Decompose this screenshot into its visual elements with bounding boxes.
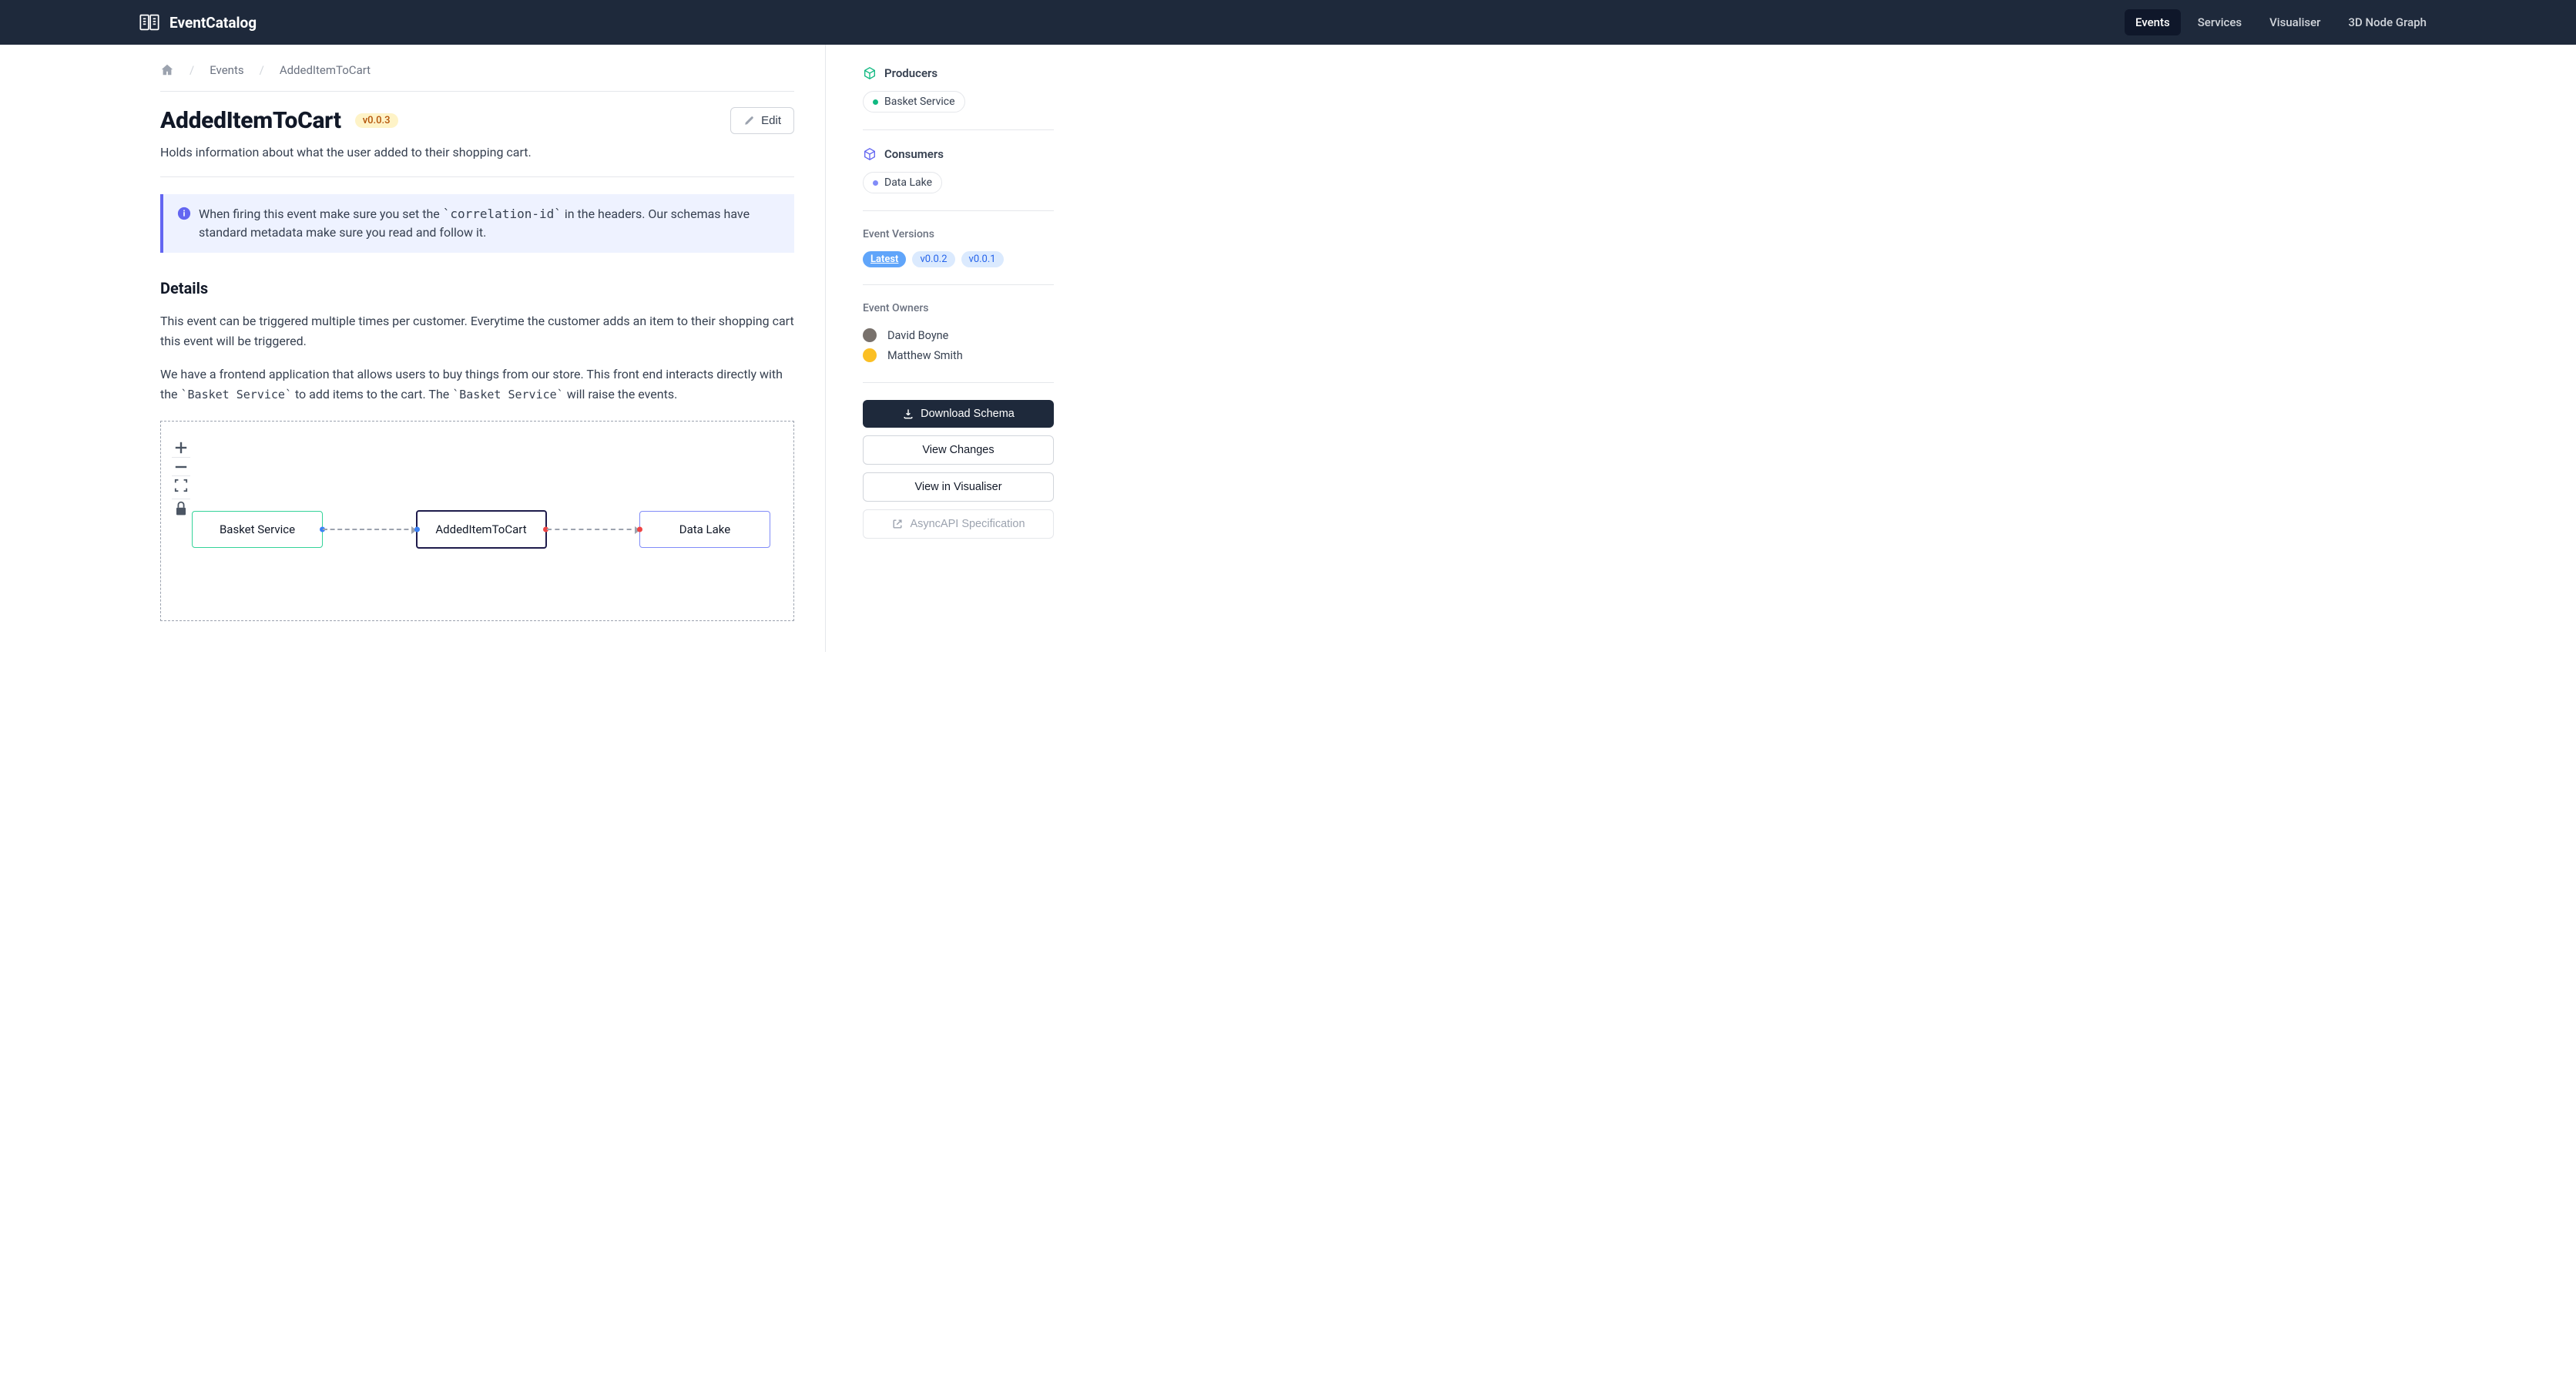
edge xyxy=(323,529,416,530)
nav-3d-node-graph[interactable]: 3D Node Graph xyxy=(2337,9,2437,35)
port-in xyxy=(414,527,420,532)
main-content: / Events / AddedItemToCart AddedItemToCa… xyxy=(160,45,826,652)
plus-icon xyxy=(172,438,190,457)
sidebar: Producers Basket Service Consumers Data … xyxy=(863,45,1054,652)
version-badge: v0.0.3 xyxy=(355,113,398,128)
view-visualiser-button[interactable]: View in Visualiser xyxy=(863,472,1054,502)
producer-chip[interactable]: Basket Service xyxy=(863,91,965,113)
edge xyxy=(547,529,640,530)
nav-events[interactable]: Events xyxy=(2125,9,2181,35)
zoom-in-button[interactable] xyxy=(172,438,190,457)
page-title: AddedItemToCart xyxy=(160,107,341,134)
nav-brand[interactable]: EventCatalog xyxy=(139,12,257,33)
info-callout: When firing this event make sure you set… xyxy=(160,194,794,253)
port-in xyxy=(637,527,642,532)
home-icon[interactable] xyxy=(160,63,174,77)
breadcrumb-sep: / xyxy=(190,63,194,77)
zoom-out-button[interactable] xyxy=(172,457,190,475)
version-chips: Latest v0.0.2 v0.0.1 xyxy=(863,251,1054,267)
page-subtitle: Holds information about what the user ad… xyxy=(160,145,794,160)
breadcrumb-sep: / xyxy=(260,63,264,77)
download-schema-button[interactable]: Download Schema xyxy=(863,400,1054,428)
versions-section: Event Versions Latest v0.0.2 v0.0.1 xyxy=(863,228,1054,285)
diagram-controls xyxy=(172,438,190,517)
version-latest[interactable]: Latest xyxy=(863,251,906,267)
producers-section: Producers Basket Service xyxy=(863,66,1054,130)
avatar xyxy=(863,328,877,342)
lock-button[interactable] xyxy=(172,499,190,517)
consumers-heading: Consumers xyxy=(863,147,1054,161)
node-consumer[interactable]: Data Lake xyxy=(639,511,770,548)
node-producer[interactable]: Basket Service xyxy=(192,511,323,548)
title-row: AddedItemToCart v0.0.3 Edit xyxy=(160,107,794,134)
brand-name: EventCatalog xyxy=(169,14,257,32)
asyncapi-button: AsyncAPI Specification xyxy=(863,509,1054,539)
callout-text: When firing this event make sure you set… xyxy=(199,205,780,242)
details-p2: We have a frontend application that allo… xyxy=(160,364,794,404)
consumer-chip[interactable]: Data Lake xyxy=(863,172,942,193)
details-heading: Details xyxy=(160,279,794,297)
status-dot xyxy=(873,99,878,105)
actions-section: Download Schema View Changes View in Vis… xyxy=(863,400,1054,563)
external-link-icon xyxy=(891,518,904,530)
status-dot xyxy=(873,180,878,186)
pencil-icon xyxy=(743,115,755,126)
version-002[interactable]: v0.0.2 xyxy=(912,251,954,267)
version-001[interactable]: v0.0.1 xyxy=(961,251,1004,267)
breadcrumb-events[interactable]: Events xyxy=(210,63,243,77)
minus-icon xyxy=(172,458,190,476)
owners-heading: Event Owners xyxy=(863,302,1054,314)
breadcrumb: / Events / AddedItemToCart xyxy=(160,63,794,92)
flow-diagram[interactable]: Basket Service AddedItemToCart Data Lake xyxy=(160,421,794,621)
node-event[interactable]: AddedItemToCart xyxy=(416,510,547,549)
nav-services[interactable]: Services xyxy=(2187,9,2252,35)
top-nav: EventCatalog Events Services Visualiser … xyxy=(0,0,2576,45)
consumers-section: Consumers Data Lake xyxy=(863,147,1054,211)
owner-row[interactable]: Matthew Smith xyxy=(863,345,1054,365)
versions-heading: Event Versions xyxy=(863,228,1054,240)
cube-icon xyxy=(863,147,877,161)
flow-nodes: Basket Service AddedItemToCart Data Lake xyxy=(192,510,770,549)
download-icon xyxy=(902,408,914,420)
owner-row[interactable]: David Boyne xyxy=(863,325,1054,345)
nav-visualiser[interactable]: Visualiser xyxy=(2259,9,2331,35)
fit-view-button[interactable] xyxy=(172,475,190,494)
expand-icon xyxy=(172,476,190,495)
breadcrumb-current: AddedItemToCart xyxy=(280,63,371,77)
cube-icon xyxy=(863,66,877,80)
nav-links: Events Services Visualiser 3D Node Graph xyxy=(2125,9,2437,35)
lock-icon xyxy=(172,499,190,518)
catalog-logo-icon xyxy=(139,12,160,33)
producers-heading: Producers xyxy=(863,66,1054,80)
edit-button[interactable]: Edit xyxy=(730,107,794,134)
avatar xyxy=(863,348,877,362)
edit-label: Edit xyxy=(761,114,781,127)
info-icon xyxy=(177,207,191,220)
view-changes-button[interactable]: View Changes xyxy=(863,435,1054,465)
owners-section: Event Owners David Boyne Matthew Smith xyxy=(863,302,1054,383)
details-p1: This event can be triggered multiple tim… xyxy=(160,311,794,351)
